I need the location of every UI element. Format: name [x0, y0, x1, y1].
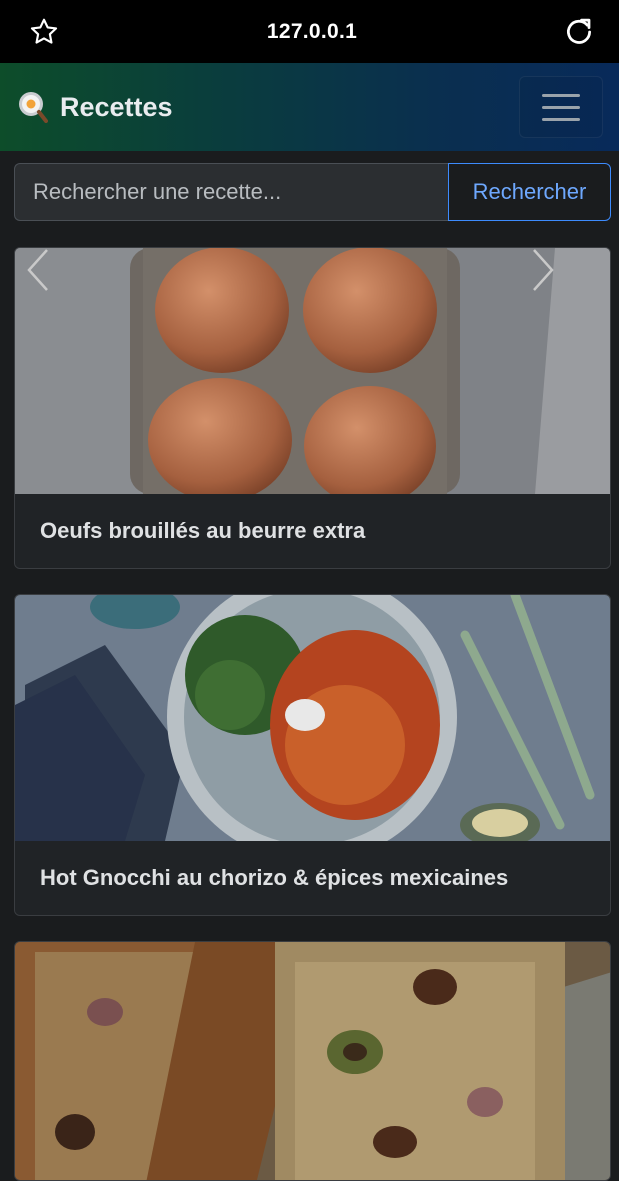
- browser-toolbar: 127.0.0.1: [0, 0, 619, 63]
- carousel-next-button[interactable]: [530, 248, 600, 494]
- card-body: Hot Gnocchi au chorizo & épices mexicain…: [15, 841, 610, 915]
- recipe-title[interactable]: Hot Gnocchi au chorizo & épices mexicain…: [40, 865, 508, 891]
- chevron-left-icon: [27, 249, 48, 291]
- savory-cake-image: [15, 942, 610, 1180]
- recipe-image: [15, 942, 610, 1180]
- recipe-card[interactable]: [14, 941, 611, 1181]
- search-button[interactable]: Rechercher: [448, 163, 611, 221]
- reload-icon[interactable]: [564, 17, 594, 47]
- gnocchi-image: [15, 595, 610, 841]
- navbar: Recettes: [0, 63, 619, 151]
- url-display[interactable]: 127.0.0.1: [267, 20, 357, 44]
- hamburger-line: [542, 105, 580, 109]
- eggs-image: [15, 248, 610, 494]
- star-icon[interactable]: [28, 16, 60, 48]
- recipe-title[interactable]: Oeufs brouillés au beurre extra: [40, 518, 365, 544]
- search-form: Rechercher: [14, 163, 611, 221]
- card-body: Oeufs brouillés au beurre extra: [15, 494, 610, 568]
- recipe-card[interactable]: Hot Gnocchi au chorizo & épices mexicain…: [14, 594, 611, 916]
- carousel-prev-button[interactable]: [25, 248, 95, 494]
- hamburger-line: [542, 117, 580, 121]
- hamburger-menu-icon: [542, 93, 580, 97]
- recipe-card[interactable]: Oeufs brouillés au beurre extra: [14, 247, 611, 569]
- frying-pan-egg-icon: [18, 91, 48, 123]
- brand[interactable]: Recettes: [18, 91, 173, 123]
- chevron-right-icon: [533, 249, 554, 291]
- recipe-image: [15, 595, 610, 841]
- search-input[interactable]: [14, 163, 448, 221]
- navbar-toggle-button[interactable]: [519, 76, 603, 138]
- brand-title: Recettes: [60, 91, 173, 122]
- recipe-image-carousel: [15, 248, 610, 494]
